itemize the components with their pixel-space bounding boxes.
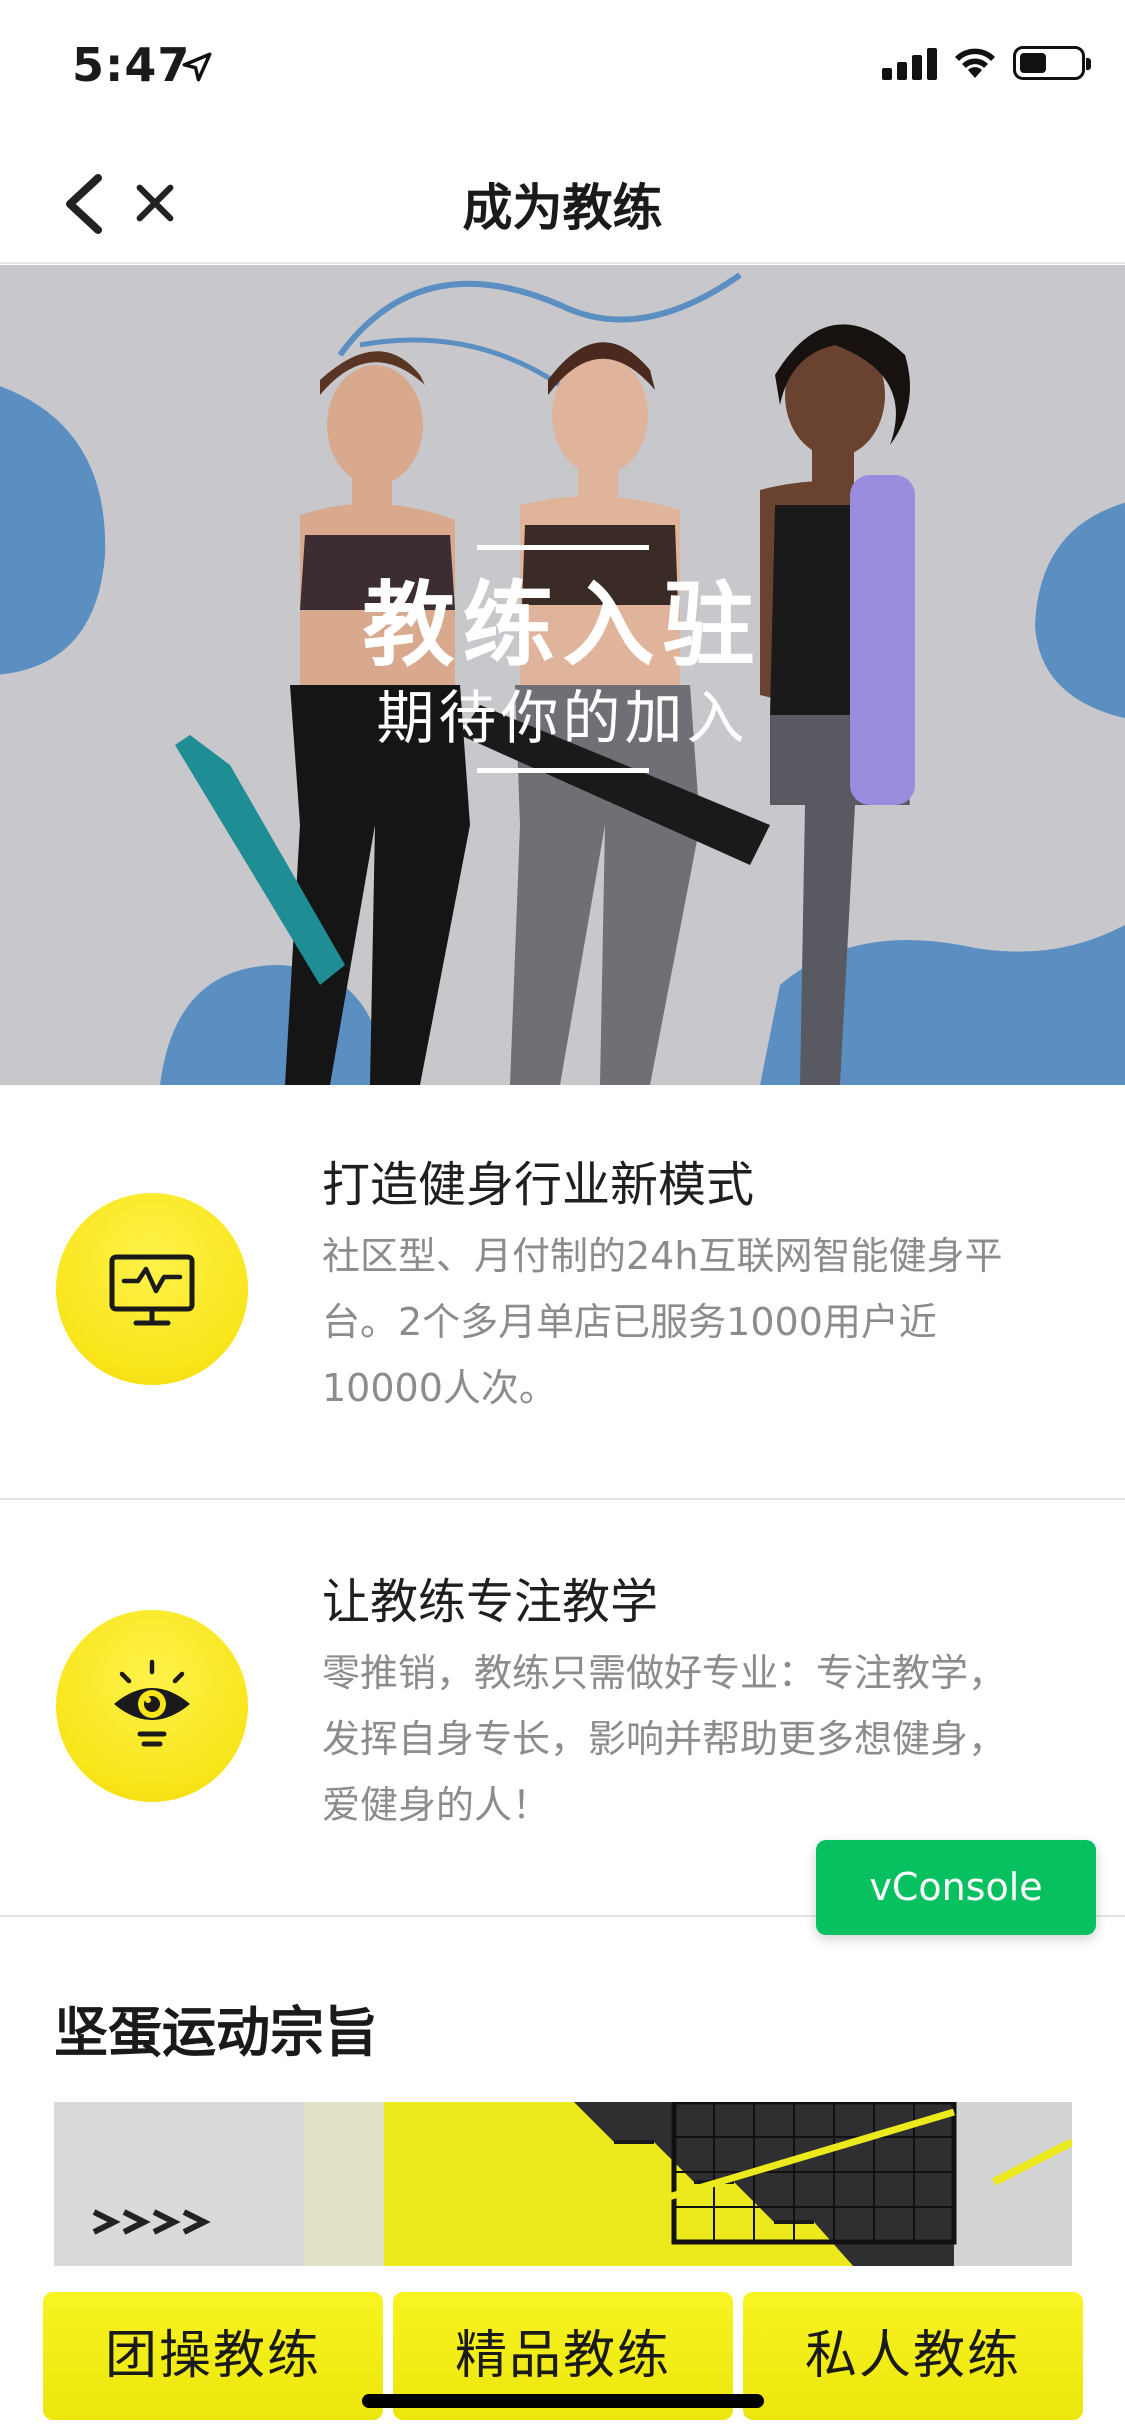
gym-stairs-image [54,2102,1072,2267]
hero-banner: 教练入驻 期待你的加入 [0,265,1125,1085]
group-coach-button[interactable]: 团操教练 [43,2292,383,2420]
mission-image [54,2102,1072,2267]
monitor-chart-icon [109,1254,195,1326]
hero-text: 教练入驻 期待你的加入 [0,545,1125,774]
status-time: 5:47 [72,38,191,92]
battery-icon [1013,46,1091,80]
wifi-icon [955,48,995,78]
personal-coach-button[interactable]: 私人教练 [743,2292,1083,2420]
feature-description: 社区型、月付制的24h互联网智能健身平台。2个多月单店已服务1000用户近100… [322,1234,1003,1410]
status-icons [882,46,1091,80]
feature-icon-badge [56,1193,248,1385]
hero-divider-bottom [476,768,649,774]
eye-bulb-icon [114,1659,190,1747]
feature-description: 零推销，教练只需做好专业：专注教学，发挥自身专长，影响并帮助更多想健身，爱健身的… [322,1651,1007,1827]
location-arrow-icon [182,52,212,82]
feature-icon-badge [56,1610,248,1802]
page-title: 成为教练 [462,179,663,237]
bottom-tab-bar: 团操教练 精品教练 私人教练 [0,2266,1125,2436]
feature-item: 打造健身行业新模式 社区型、月付制的24h互联网智能健身平台。2个多月单店已服务… [0,1085,1125,1500]
nav-bar: 成为教练 [0,132,1125,264]
hero-divider-top [476,545,649,550]
hero-title: 教练入驻 [362,572,763,679]
feature-title: 让教练专注教学 [322,1574,659,1630]
status-bar: 5:47 [0,0,1125,132]
hero-subtitle: 期待你的加入 [376,683,749,752]
signal-icon [882,46,937,80]
mission-title: 坚蛋运动宗旨 [54,2001,378,2064]
feature-title: 打造健身行业新模式 [322,1157,755,1213]
home-indicator[interactable] [362,2394,764,2408]
vconsole-button[interactable]: vConsole [816,1840,1096,1935]
